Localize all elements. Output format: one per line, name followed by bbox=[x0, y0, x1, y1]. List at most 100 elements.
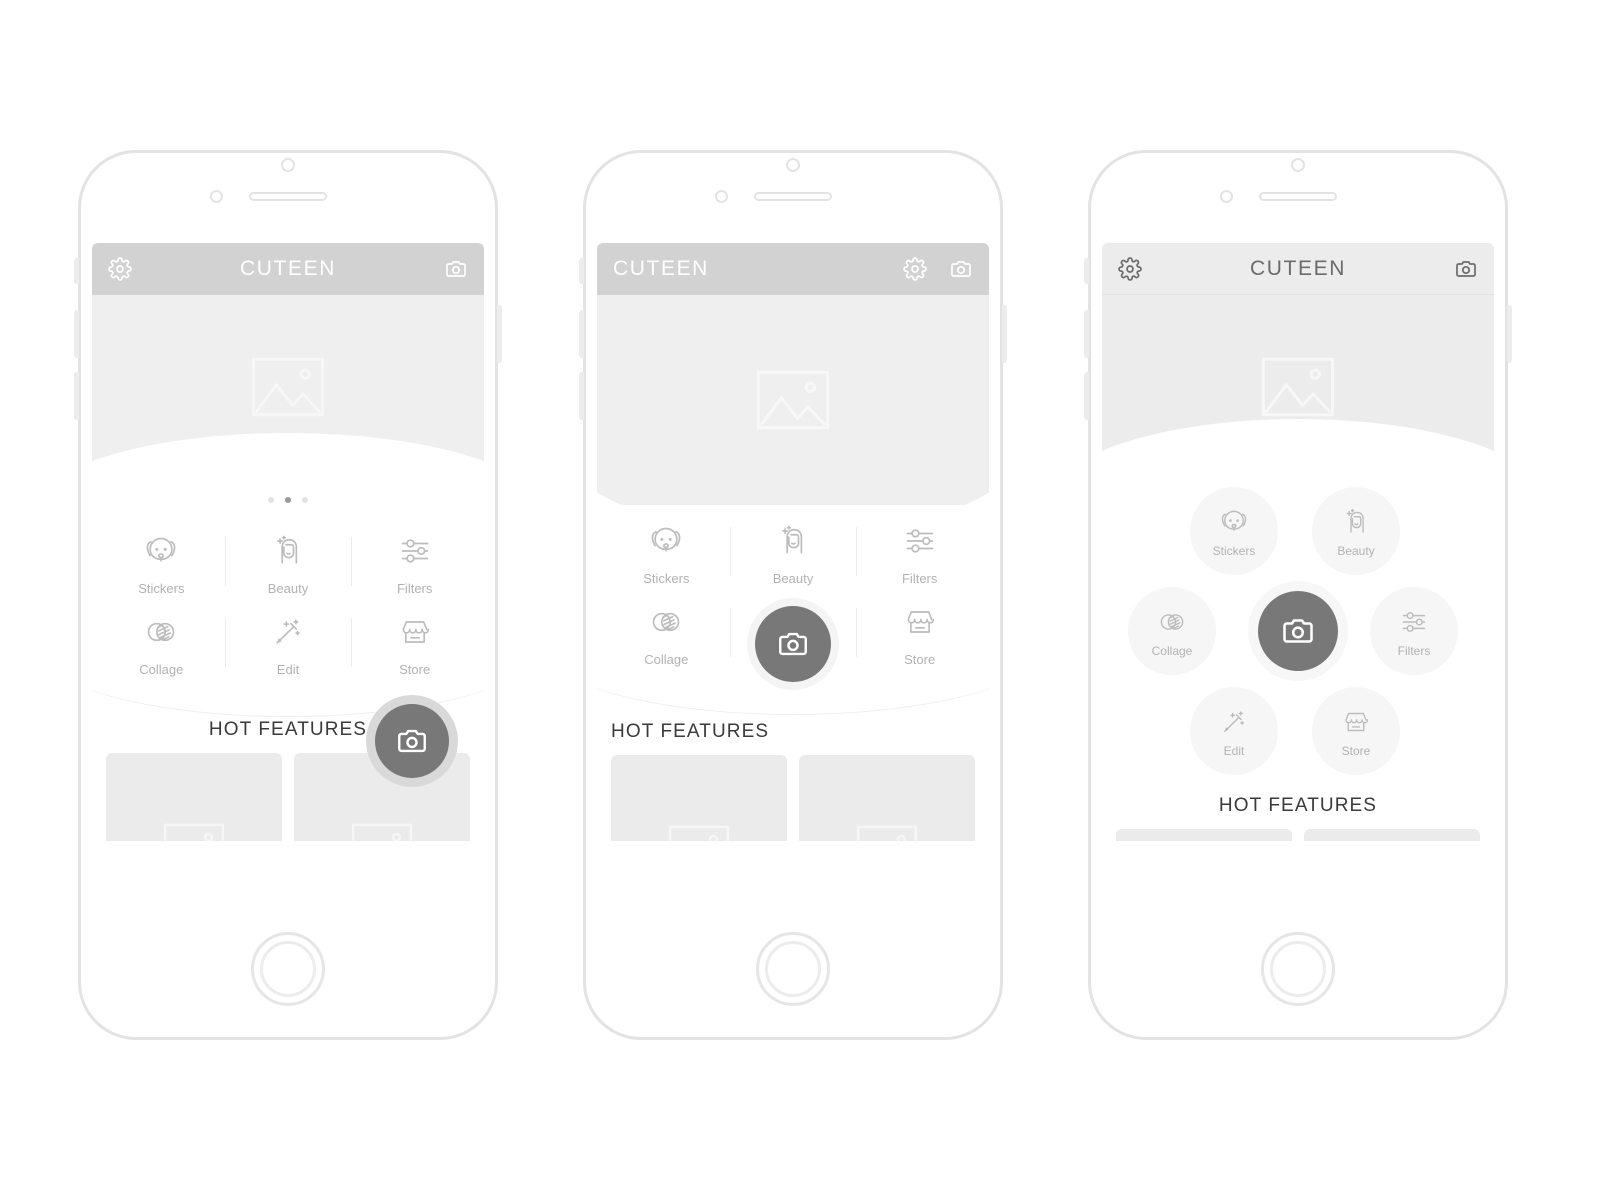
camera-icon bbox=[1280, 613, 1316, 649]
feature-label: Filters bbox=[396, 581, 433, 596]
feature-label: Store bbox=[399, 662, 431, 677]
feature-label: Store bbox=[904, 652, 936, 667]
carousel-dot[interactable] bbox=[302, 497, 308, 503]
dog-face-icon bbox=[1217, 505, 1251, 539]
silent-switch[interactable] bbox=[579, 258, 584, 284]
earpiece-speaker bbox=[754, 192, 832, 201]
feature-item-store[interactable]: Store bbox=[1312, 687, 1400, 775]
proximity-sensor-icon bbox=[786, 158, 800, 172]
feature-item-filters[interactable]: Filters bbox=[351, 521, 478, 602]
page-title: CUTEEN bbox=[240, 257, 336, 280]
power-button[interactable] bbox=[1507, 305, 1512, 363]
camera-fab-button[interactable] bbox=[375, 704, 449, 778]
camera-icon bbox=[776, 627, 810, 661]
power-button[interactable] bbox=[1002, 305, 1007, 363]
feature-label: Store bbox=[1341, 743, 1371, 758]
home-button[interactable] bbox=[1261, 932, 1335, 1006]
dog-face-icon bbox=[141, 531, 181, 571]
feature-label: Collage bbox=[1151, 643, 1193, 658]
feature-label: Collage bbox=[644, 652, 689, 667]
front-camera-icon bbox=[1220, 190, 1233, 203]
feature-label: Beauty bbox=[772, 571, 814, 586]
app-header: CUTEEN bbox=[92, 243, 484, 295]
feature-item-stickers[interactable]: Stickers bbox=[1190, 487, 1278, 575]
volume-down-button[interactable] bbox=[1084, 372, 1089, 420]
front-camera-icon bbox=[715, 190, 728, 203]
feature-item-beauty[interactable]: Beauty bbox=[1312, 487, 1400, 575]
feature-label: Edit bbox=[1223, 743, 1245, 758]
image-placeholder-icon bbox=[756, 370, 830, 430]
feature-item-edit[interactable]: Edit bbox=[224, 602, 352, 683]
earpiece-speaker bbox=[249, 192, 327, 201]
image-placeholder-icon bbox=[856, 825, 918, 841]
camera-icon[interactable] bbox=[1454, 257, 1478, 281]
volume-down-button[interactable] bbox=[74, 372, 79, 420]
magic-wand-icon bbox=[268, 612, 308, 652]
feature-item-store[interactable]: Store bbox=[856, 592, 983, 673]
feature-item-stickers[interactable]: Stickers bbox=[603, 511, 730, 592]
app-header: CUTEEN bbox=[597, 243, 989, 295]
hero-banner bbox=[1102, 295, 1494, 491]
feature-item-edit[interactable]: Edit bbox=[1190, 687, 1278, 775]
feature-label: Filters bbox=[1397, 643, 1431, 658]
overlapping-circles-icon bbox=[646, 602, 686, 642]
home-button[interactable] bbox=[251, 932, 325, 1006]
feature-label: Filters bbox=[901, 571, 938, 586]
front-camera-icon bbox=[210, 190, 223, 203]
carousel-dots[interactable] bbox=[92, 497, 484, 503]
feature-label: Stickers bbox=[138, 581, 185, 596]
hot-feature-card[interactable] bbox=[1304, 829, 1480, 841]
power-button[interactable] bbox=[497, 305, 502, 363]
screen-variant-a: CUTEEN Stickers Beauty Filters Collage E… bbox=[92, 243, 484, 841]
camera-icon bbox=[395, 724, 429, 758]
feature-item-filters[interactable]: Filters bbox=[1370, 587, 1458, 675]
feature-item-beauty[interactable]: Beauty bbox=[224, 521, 352, 602]
hot-feature-card[interactable] bbox=[799, 755, 975, 841]
silent-switch[interactable] bbox=[74, 258, 79, 284]
gear-icon[interactable] bbox=[903, 257, 927, 281]
feature-row: Stickers Beauty Filters bbox=[98, 521, 478, 602]
camera-fab-button[interactable] bbox=[1248, 581, 1348, 681]
image-placeholder-icon bbox=[668, 825, 730, 841]
hot-feature-card[interactable] bbox=[611, 755, 787, 841]
overlapping-circles-icon bbox=[1155, 605, 1189, 639]
camera-icon[interactable] bbox=[949, 257, 973, 281]
storefront-icon bbox=[1339, 705, 1373, 739]
camera-fab-inner bbox=[1258, 591, 1338, 671]
camera-fab-button[interactable] bbox=[755, 606, 831, 682]
hot-feature-card[interactable] bbox=[1116, 829, 1292, 841]
proximity-sensor-icon bbox=[1291, 158, 1305, 172]
feature-label: Edit bbox=[276, 662, 300, 677]
app-header: CUTEEN bbox=[1102, 243, 1494, 295]
volume-up-button[interactable] bbox=[579, 310, 584, 358]
gear-icon[interactable] bbox=[1118, 256, 1142, 281]
silent-switch[interactable] bbox=[1084, 258, 1089, 284]
feature-item-beauty[interactable]: Beauty bbox=[729, 511, 857, 592]
feature-item-collage[interactable]: Collage bbox=[1128, 587, 1216, 675]
beauty-portrait-icon bbox=[1339, 505, 1373, 539]
feature-item-collage[interactable]: Collage bbox=[98, 602, 225, 683]
feature-item-stickers[interactable]: Stickers bbox=[98, 521, 225, 602]
volume-down-button[interactable] bbox=[579, 372, 584, 420]
volume-up-button[interactable] bbox=[74, 310, 79, 358]
home-button[interactable] bbox=[756, 932, 830, 1006]
feature-item-store[interactable]: Store bbox=[351, 602, 478, 683]
gear-icon[interactable] bbox=[108, 257, 132, 281]
hero-curve bbox=[92, 433, 484, 491]
storefront-icon bbox=[395, 612, 435, 652]
carousel-dot[interactable] bbox=[268, 497, 274, 503]
camera-icon[interactable] bbox=[444, 257, 468, 281]
hot-features-card-list bbox=[611, 755, 975, 841]
feature-item-filters[interactable]: Filters bbox=[856, 511, 983, 592]
earpiece-speaker bbox=[1259, 192, 1337, 201]
hot-feature-card[interactable] bbox=[106, 753, 282, 841]
image-placeholder-icon bbox=[1261, 357, 1335, 417]
hero-curve bbox=[1102, 419, 1494, 491]
feature-row: Collage Edit bbox=[98, 602, 478, 683]
dog-face-icon bbox=[646, 521, 686, 561]
phone-mockup-variant-c: CUTEEN Stickers Beauty Collage Filters E… bbox=[1084, 150, 1512, 1040]
screen-variant-b: CUTEEN Stickers Beauty Filters Collage S… bbox=[597, 243, 989, 841]
volume-up-button[interactable] bbox=[1084, 310, 1089, 358]
carousel-dot-active[interactable] bbox=[285, 497, 291, 503]
feature-item-collage[interactable]: Collage bbox=[603, 592, 730, 673]
